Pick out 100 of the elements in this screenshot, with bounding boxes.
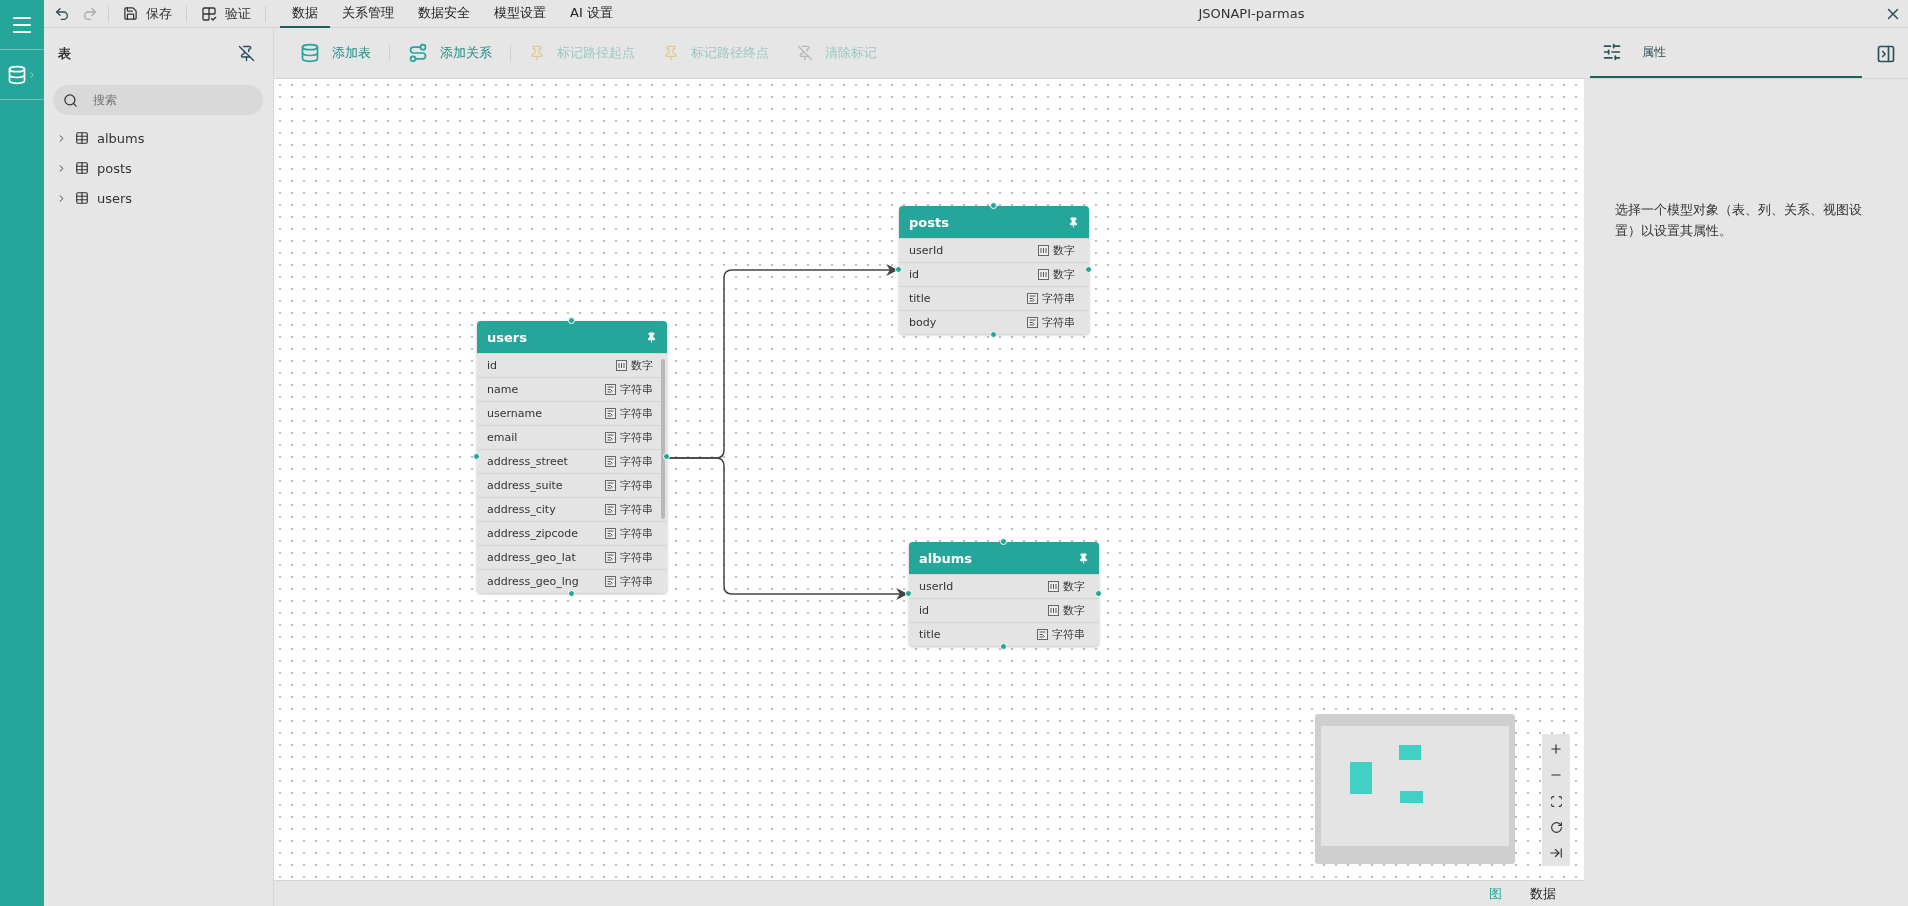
pin-icon[interactable] [1078, 552, 1089, 564]
connection-handle[interactable] [1095, 590, 1102, 597]
column-row[interactable]: id 数字 [899, 262, 1089, 286]
scrollbar-thumb[interactable] [661, 359, 665, 519]
column-row[interactable]: address_geo_lng 字符串 [477, 569, 667, 593]
route-icon [408, 43, 428, 63]
pin-icon[interactable] [646, 331, 657, 343]
column-type: 字符串 [620, 550, 653, 565]
column-name: address_zipcode [487, 527, 579, 540]
plus-icon [1549, 742, 1563, 756]
tree-item[interactable]: albums [44, 123, 273, 153]
table-node[interactable]: users id 数字 name 字符串 username 字符串 email 字符串 address_street 字符串 address_suite 字符串 address_city 字符串 address_zipcode 字符串 address_geo_lat 字符串 address_geo_lng 字符串 [477, 321, 667, 593]
chevron-right-icon [27, 69, 37, 80]
search-field[interactable]: 搜索 [53, 85, 263, 115]
column-row[interactable]: title 字符串 [909, 622, 1099, 646]
tree-item-label: posts [97, 160, 132, 176]
column-type: 字符串 [620, 478, 653, 493]
connection-handle[interactable] [905, 590, 912, 597]
string-type-icon [1027, 317, 1038, 328]
column-row[interactable]: id 数字 [909, 598, 1099, 622]
column-type: 字符串 [620, 430, 653, 445]
column-type: 字符串 [1052, 627, 1085, 642]
column-name: address_city [487, 503, 556, 516]
table-name: posts [909, 214, 949, 230]
pin-off-icon[interactable] [238, 45, 255, 62]
connection-handle[interactable] [568, 317, 575, 324]
column-type: 字符串 [1042, 291, 1075, 306]
string-type-icon [1027, 293, 1038, 304]
connection-handle[interactable] [473, 453, 480, 460]
column-name: id [487, 359, 498, 372]
connection-handle[interactable] [990, 331, 997, 338]
minimap[interactable] [1315, 714, 1515, 864]
string-type-icon [1037, 629, 1048, 640]
table-name: albums [919, 550, 973, 566]
pin-icon [663, 45, 679, 61]
table-node[interactable]: albums userId 数字 id 数字 title 字符串 [909, 542, 1099, 646]
connection-handle[interactable] [895, 266, 902, 273]
column-type: 字符串 [620, 454, 653, 469]
connection-handle[interactable] [663, 453, 670, 460]
arrow-to-line-icon [1549, 846, 1563, 860]
column-name: username [487, 407, 542, 420]
column-name: id [919, 604, 930, 617]
column-type: 数字 [1053, 243, 1075, 258]
grid-check-icon [201, 5, 217, 22]
connection-handle[interactable] [990, 202, 997, 209]
validate-button[interactable]: 验证 [191, 1, 261, 26]
column-row[interactable]: address_zipcode 字符串 [477, 521, 667, 545]
view-tab[interactable]: 数据 [1518, 881, 1568, 906]
menu-tab[interactable]: 数据 [280, 0, 330, 28]
connection-handle[interactable] [1000, 643, 1007, 650]
diagram-canvas[interactable] [274, 79, 1584, 880]
pin-icon[interactable] [1068, 216, 1079, 228]
menu-tab[interactable]: AI 设置 [558, 0, 625, 28]
column-type: 字符串 [620, 574, 653, 589]
table-node[interactable]: posts userId 数字 id 数字 title 字符串 body 字符串 [899, 206, 1089, 334]
panel-title: 表 [58, 44, 71, 63]
menu-tab[interactable]: 模型设置 [482, 0, 558, 28]
column-name: email [487, 431, 518, 444]
save-icon [123, 6, 138, 21]
column-row[interactable]: userId 数字 [899, 238, 1089, 262]
string-type-icon [605, 384, 616, 395]
column-type: 数字 [1063, 579, 1085, 594]
column-name: name [487, 383, 519, 396]
tree-item[interactable]: posts [44, 153, 273, 183]
column-type: 数字 [1053, 267, 1075, 282]
column-name: id [909, 268, 920, 281]
properties-tab[interactable]: 属性 [1590, 28, 1862, 78]
column-row[interactable]: userId 数字 [909, 574, 1099, 598]
table-icon [75, 191, 89, 205]
column-row[interactable]: body 字符串 [899, 310, 1089, 334]
string-type-icon [605, 576, 616, 587]
string-type-icon [605, 528, 616, 539]
column-type: 字符串 [620, 406, 653, 421]
string-type-icon [605, 480, 616, 491]
column-name: body [909, 316, 937, 329]
column-name: title [919, 628, 941, 641]
column-row[interactable]: title 字符串 [899, 286, 1089, 310]
tree-item[interactable]: users [44, 183, 273, 213]
string-type-icon [605, 504, 616, 515]
connection-handle[interactable] [1000, 538, 1007, 545]
string-type-icon [605, 552, 616, 563]
menu-tab[interactable]: 关系管理 [330, 0, 406, 28]
connection-handle[interactable] [568, 590, 575, 597]
number-type-icon [1038, 269, 1049, 280]
column-name: title [909, 292, 931, 305]
save-button[interactable]: 保存 [113, 1, 182, 26]
menu-tab[interactable]: 数据安全 [406, 0, 482, 28]
column-type: 数字 [631, 358, 653, 373]
database-icon [7, 64, 27, 85]
sliders-icon [1602, 42, 1622, 62]
column-name: address_geo_lat [487, 551, 576, 564]
panel-collapse-icon [1876, 43, 1896, 64]
column-row[interactable]: address_geo_lat 字符串 [477, 545, 667, 569]
tree-item-label: albums [97, 130, 145, 146]
connection-handle[interactable] [1085, 266, 1092, 273]
column-type: 字符串 [620, 502, 653, 517]
column-type: 数字 [1063, 603, 1085, 618]
number-type-icon [1048, 605, 1059, 616]
string-type-icon [605, 456, 616, 467]
table-icon [75, 131, 89, 145]
